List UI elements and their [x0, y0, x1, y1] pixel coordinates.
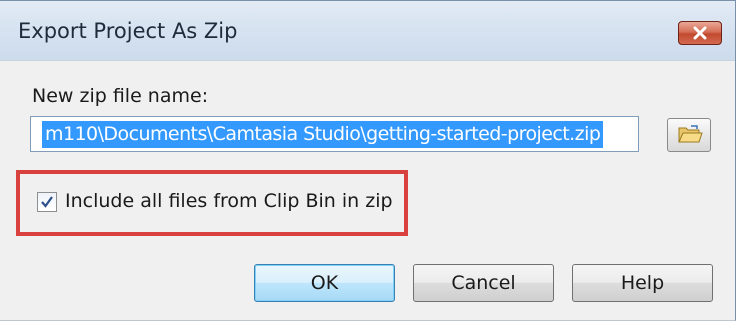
- browse-folder-button[interactable]: [667, 118, 711, 152]
- open-folder-icon: [678, 125, 703, 143]
- cancel-button[interactable]: Cancel: [413, 264, 554, 302]
- dialog-title: Export Project As Zip: [18, 19, 238, 43]
- title-bar[interactable]: Export Project As Zip: [0, 1, 735, 61]
- zip-file-name-input[interactable]: m110\Documents\Camtasia Studio\getting-s…: [30, 116, 639, 152]
- export-zip-dialog: Export Project As Zip New zip file name:…: [0, 0, 736, 321]
- dialog-body: New zip file name: m110\Documents\Camtas…: [0, 61, 735, 320]
- include-clip-bin-label[interactable]: Include all files from Clip Bin in zip: [65, 190, 393, 212]
- zip-name-label: New zip file name:: [32, 85, 209, 107]
- zip-file-name-value: m110\Documents\Camtasia Studio\getting-s…: [42, 121, 604, 148]
- close-icon: [693, 26, 707, 40]
- checkmark-icon: [41, 196, 53, 208]
- ok-button[interactable]: OK: [254, 264, 395, 302]
- include-clip-bin-checkbox[interactable]: [37, 192, 57, 212]
- help-button[interactable]: Help: [572, 264, 713, 302]
- close-button[interactable]: [678, 21, 722, 45]
